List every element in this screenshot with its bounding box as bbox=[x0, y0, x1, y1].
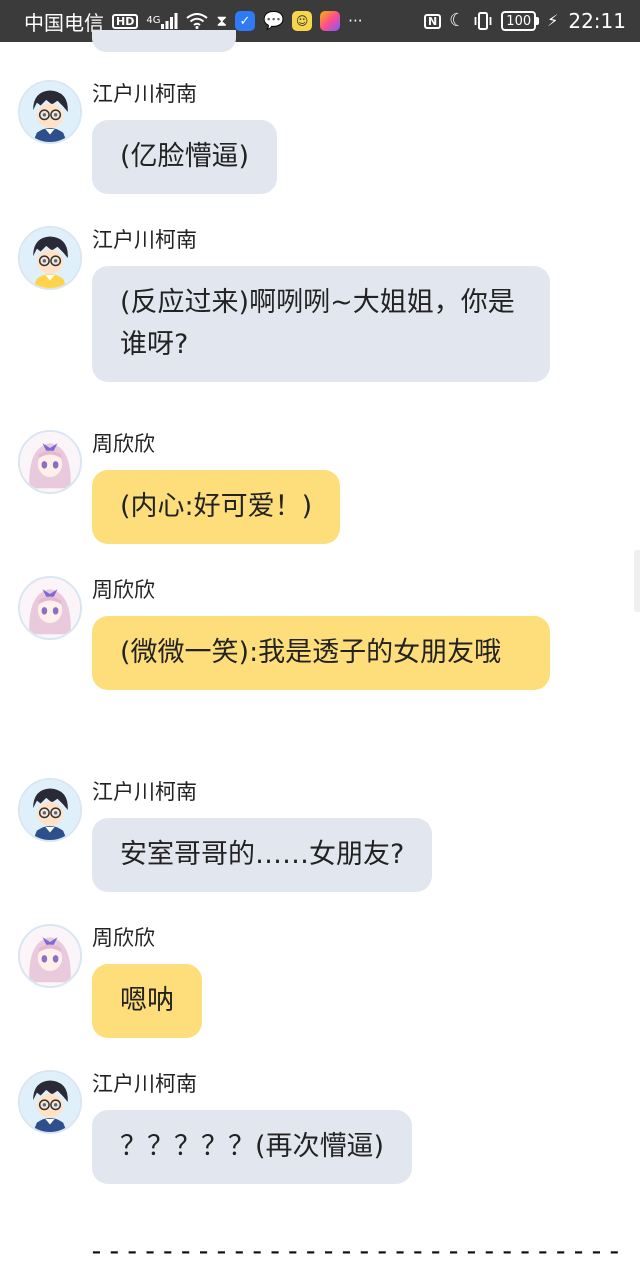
girl-avatar-image bbox=[20, 432, 80, 492]
conan-avatar-image bbox=[20, 780, 80, 840]
girl-avatar-image bbox=[20, 578, 80, 638]
sender-name: 江户川柯南 bbox=[92, 82, 197, 106]
message-bubble[interactable]: 安室哥哥的……女朋友? bbox=[92, 818, 433, 892]
nfc-icon: N bbox=[423, 13, 442, 29]
sender-name: 江户川柯南 bbox=[92, 780, 197, 804]
conan-avatar[interactable] bbox=[18, 80, 82, 144]
shield-icon: ✓ bbox=[235, 11, 255, 31]
clock: 22:11 bbox=[568, 9, 626, 33]
battery-level: 100 bbox=[501, 11, 537, 31]
conan-avatar[interactable] bbox=[18, 226, 82, 290]
conan-avatar[interactable] bbox=[18, 778, 82, 842]
girl-avatar[interactable] bbox=[18, 924, 82, 988]
message-bubble[interactable]: (微微一笑):我是透子的女朋友哦 bbox=[92, 616, 550, 690]
girl-avatar[interactable] bbox=[18, 430, 82, 494]
wifi-icon bbox=[186, 13, 209, 29]
message-bubble[interactable]: 嗯呐 bbox=[92, 964, 202, 1038]
signal-icon: 4G bbox=[146, 13, 178, 29]
scroll-indicator[interactable] bbox=[634, 550, 640, 612]
sender-name: 周欣欣 bbox=[92, 578, 155, 602]
app-icon bbox=[320, 11, 341, 31]
conan-avatar[interactable] bbox=[18, 1070, 82, 1134]
app-icon: ☺ bbox=[292, 11, 313, 31]
signal-bars-icon bbox=[161, 13, 178, 29]
conan-avatar-image bbox=[20, 82, 80, 142]
message-bubble[interactable]: (亿脸懵逼) bbox=[92, 120, 278, 194]
conan-avatar-image bbox=[20, 228, 80, 288]
wechat-icon: 💬 bbox=[263, 10, 285, 31]
charging-icon: ⚡ bbox=[547, 11, 559, 30]
girl-avatar[interactable] bbox=[18, 576, 82, 640]
vibrate-icon bbox=[473, 12, 493, 30]
girl-avatar-image bbox=[20, 926, 80, 986]
battery-icon: 100 bbox=[501, 11, 540, 31]
message-bubble[interactable]: ？？？？？(再次懵逼) bbox=[92, 1110, 413, 1184]
hourglass-icon: ⧗ bbox=[216, 11, 227, 30]
message-bubble[interactable]: (反应过来)啊咧咧~大姐姐，你是谁呀? bbox=[92, 266, 550, 382]
divider-line: ------------------------------ bbox=[88, 1234, 624, 1267]
network-label: 4G bbox=[146, 15, 161, 26]
sender-name: 周欣欣 bbox=[92, 926, 155, 950]
conan-avatar-image bbox=[20, 1072, 80, 1132]
moon-icon: ☾ bbox=[449, 10, 466, 31]
sender-name: 江户川柯南 bbox=[92, 1072, 197, 1096]
hd-icon: HD bbox=[112, 13, 139, 29]
message-bubble[interactable]: (内心:好可爱！) bbox=[92, 470, 341, 544]
sender-name: 江户川柯南 bbox=[92, 228, 197, 252]
sender-name: 周欣欣 bbox=[92, 432, 155, 456]
chat-list[interactable]: 江户川柯南 (亿脸懵逼) 江户川柯南 (反应过来)啊咧咧~大姐姐，你是谁呀? 周… bbox=[0, 30, 640, 1280]
battery-tip bbox=[536, 17, 540, 25]
more-icon: ··· bbox=[348, 11, 363, 30]
partial-message-bubble bbox=[92, 30, 236, 52]
status-right: N ☾ 100 ⚡ 22:11 bbox=[423, 9, 626, 33]
